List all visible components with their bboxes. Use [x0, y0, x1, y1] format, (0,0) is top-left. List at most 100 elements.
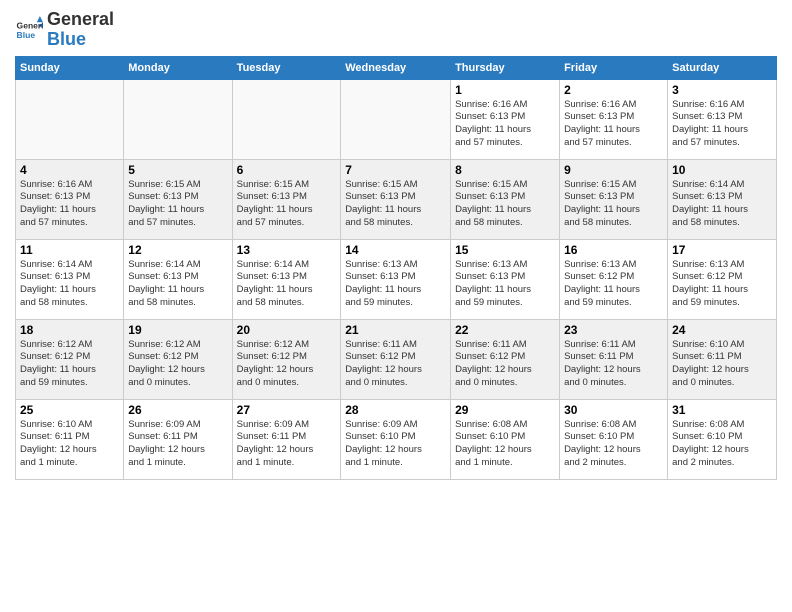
- day-info: Sunrise: 6:10 AM Sunset: 6:11 PM Dayligh…: [672, 339, 772, 390]
- calendar-cell: 20 Sunrise: 6:12 AM Sunset: 6:12 PM Dayli…: [232, 319, 341, 399]
- calendar-cell: 29 Sunrise: 6:08 AM Sunset: 6:10 PM Dayli…: [451, 399, 560, 479]
- calendar-cell: 5Sunrise: 6:15 AM Sunset: 6:13 PM Daylig…: [124, 159, 232, 239]
- day-info: Sunrise: 6:14 AM Sunset: 6:13 PM Dayligh…: [237, 259, 337, 310]
- calendar-cell: 8 Sunrise: 6:15 AM Sunset: 6:13 PM Daylig…: [451, 159, 560, 239]
- day-number: 31: [672, 403, 772, 417]
- calendar-table: SundayMondayTuesdayWednesdayThursdayFrid…: [15, 56, 777, 480]
- calendar-cell: 24 Sunrise: 6:10 AM Sunset: 6:11 PM Dayli…: [668, 319, 777, 399]
- day-number: 6: [237, 163, 337, 177]
- day-info: Sunrise: 6:12 AM Sunset: 6:12 PM Dayligh…: [128, 339, 227, 390]
- day-number: 19: [128, 323, 227, 337]
- day-info: Sunrise: 6:08 AM Sunset: 6:10 PM Dayligh…: [672, 419, 772, 470]
- calendar-cell: 17 Sunrise: 6:13 AM Sunset: 6:12 PM Dayli…: [668, 239, 777, 319]
- day-info: Sunrise: 6:09 AM Sunset: 6:10 PM Dayligh…: [345, 419, 446, 470]
- calendar-cell: 10Sunrise: 6:14 AM Sunset: 6:13 PM Dayli…: [668, 159, 777, 239]
- day-info: Sunrise: 6:13 AM Sunset: 6:13 PM Dayligh…: [345, 259, 446, 310]
- day-number: 21: [345, 323, 446, 337]
- page: General Blue General Blue SundayMondayTu…: [0, 0, 792, 612]
- calendar-cell: [341, 79, 451, 159]
- day-number: 3: [672, 83, 772, 97]
- day-info: Sunrise: 6:16 AM Sunset: 6:13 PM Dayligh…: [564, 99, 663, 150]
- day-number: 23: [564, 323, 663, 337]
- day-number: 18: [20, 323, 119, 337]
- day-number: 13: [237, 243, 337, 257]
- calendar-header-row: SundayMondayTuesdayWednesdayThursdayFrid…: [16, 56, 777, 79]
- day-info: Sunrise: 6:11 AM Sunset: 6:12 PM Dayligh…: [345, 339, 446, 390]
- calendar-cell: 13 Sunrise: 6:14 AM Sunset: 6:13 PM Dayli…: [232, 239, 341, 319]
- logo-icon: General Blue: [15, 16, 43, 44]
- day-number: 11: [20, 243, 119, 257]
- day-info: Sunrise: 6:15 AM Sunset: 6:13 PM Dayligh…: [345, 179, 446, 230]
- weekday-header: Wednesday: [341, 56, 451, 79]
- day-info: Sunrise: 6:13 AM Sunset: 6:12 PM Dayligh…: [672, 259, 772, 310]
- weekday-header: Thursday: [451, 56, 560, 79]
- day-number: 7: [345, 163, 446, 177]
- calendar-cell: 12 Sunrise: 6:14 AM Sunset: 6:13 PM Dayli…: [124, 239, 232, 319]
- calendar-cell: [124, 79, 232, 159]
- weekday-header: Saturday: [668, 56, 777, 79]
- weekday-header: Monday: [124, 56, 232, 79]
- calendar-cell: 31 Sunrise: 6:08 AM Sunset: 6:10 PM Dayli…: [668, 399, 777, 479]
- logo: General Blue General Blue: [15, 10, 114, 50]
- day-number: 14: [345, 243, 446, 257]
- calendar-cell: 2 Sunrise: 6:16 AM Sunset: 6:13 PM Daylig…: [560, 79, 668, 159]
- day-number: 5: [128, 163, 227, 177]
- day-number: 26: [128, 403, 227, 417]
- day-number: 17: [672, 243, 772, 257]
- day-number: 8: [455, 163, 555, 177]
- calendar-cell: 15Sunrise: 6:13 AM Sunset: 6:13 PM Dayli…: [451, 239, 560, 319]
- day-number: 20: [237, 323, 337, 337]
- calendar-cell: 18Sunrise: 6:12 AM Sunset: 6:12 PM Dayli…: [16, 319, 124, 399]
- header: General Blue General Blue: [15, 10, 777, 50]
- day-number: 12: [128, 243, 227, 257]
- day-number: 28: [345, 403, 446, 417]
- day-info: Sunrise: 6:09 AM Sunset: 6:11 PM Dayligh…: [237, 419, 337, 470]
- calendar-cell: 26 Sunrise: 6:09 AM Sunset: 6:11 PM Dayli…: [124, 399, 232, 479]
- day-info: Sunrise: 6:14 AM Sunset: 6:13 PM Dayligh…: [128, 259, 227, 310]
- calendar-cell: 23 Sunrise: 6:11 AM Sunset: 6:11 PM Dayli…: [560, 319, 668, 399]
- day-info: Sunrise: 6:11 AM Sunset: 6:11 PM Dayligh…: [564, 339, 663, 390]
- day-number: 2: [564, 83, 663, 97]
- calendar-cell: 1Sunrise: 6:16 AM Sunset: 6:13 PM Daylig…: [451, 79, 560, 159]
- day-number: 4: [20, 163, 119, 177]
- calendar-cell: 25 Sunrise: 6:10 AM Sunset: 6:11 PM Dayli…: [16, 399, 124, 479]
- weekday-header: Friday: [560, 56, 668, 79]
- day-number: 24: [672, 323, 772, 337]
- day-number: 25: [20, 403, 119, 417]
- calendar-cell: 4 Sunrise: 6:16 AM Sunset: 6:13 PM Daylig…: [16, 159, 124, 239]
- day-number: 10: [672, 163, 772, 177]
- day-info: Sunrise: 6:09 AM Sunset: 6:11 PM Dayligh…: [128, 419, 227, 470]
- calendar-week-row: 25 Sunrise: 6:10 AM Sunset: 6:11 PM Dayli…: [16, 399, 777, 479]
- calendar-cell: [232, 79, 341, 159]
- day-info: Sunrise: 6:08 AM Sunset: 6:10 PM Dayligh…: [455, 419, 555, 470]
- day-info: Sunrise: 6:12 AM Sunset: 6:12 PM Dayligh…: [237, 339, 337, 390]
- day-number: 27: [237, 403, 337, 417]
- day-info: Sunrise: 6:10 AM Sunset: 6:11 PM Dayligh…: [20, 419, 119, 470]
- calendar-cell: 21 Sunrise: 6:11 AM Sunset: 6:12 PM Dayli…: [341, 319, 451, 399]
- day-number: 9: [564, 163, 663, 177]
- weekday-header: Sunday: [16, 56, 124, 79]
- calendar-cell: 14 Sunrise: 6:13 AM Sunset: 6:13 PM Dayli…: [341, 239, 451, 319]
- day-number: 30: [564, 403, 663, 417]
- day-info: Sunrise: 6:08 AM Sunset: 6:10 PM Dayligh…: [564, 419, 663, 470]
- day-info: Sunrise: 6:15 AM Sunset: 6:13 PM Dayligh…: [455, 179, 555, 230]
- calendar-cell: 28 Sunrise: 6:09 AM Sunset: 6:10 PM Dayli…: [341, 399, 451, 479]
- calendar-week-row: 1Sunrise: 6:16 AM Sunset: 6:13 PM Daylig…: [16, 79, 777, 159]
- logo-text: General Blue: [47, 10, 114, 50]
- calendar-week-row: 11 Sunrise: 6:14 AM Sunset: 6:13 PM Dayli…: [16, 239, 777, 319]
- calendar-cell: 16 Sunrise: 6:13 AM Sunset: 6:12 PM Dayli…: [560, 239, 668, 319]
- day-info: Sunrise: 6:16 AM Sunset: 6:13 PM Dayligh…: [455, 99, 555, 150]
- day-info: Sunrise: 6:13 AM Sunset: 6:13 PM Dayligh…: [455, 259, 555, 310]
- day-info: Sunrise: 6:15 AM Sunset: 6:13 PM Dayligh…: [237, 179, 337, 230]
- calendar-cell: 22Sunrise: 6:11 AM Sunset: 6:12 PM Dayli…: [451, 319, 560, 399]
- calendar-cell: 7 Sunrise: 6:15 AM Sunset: 6:13 PM Daylig…: [341, 159, 451, 239]
- day-info: Sunrise: 6:16 AM Sunset: 6:13 PM Dayligh…: [20, 179, 119, 230]
- day-number: 29: [455, 403, 555, 417]
- day-info: Sunrise: 6:15 AM Sunset: 6:13 PM Dayligh…: [564, 179, 663, 230]
- day-info: Sunrise: 6:13 AM Sunset: 6:12 PM Dayligh…: [564, 259, 663, 310]
- calendar-week-row: 18 Sunrise: 6:12 AM Sunset: 6:12 PM Dayli…: [16, 319, 777, 399]
- day-number: 16: [564, 243, 663, 257]
- day-number: 22: [455, 323, 555, 337]
- calendar-cell: 30 Sunrise: 6:08 AM Sunset: 6:10 PM Dayli…: [560, 399, 668, 479]
- day-info: Sunrise: 6:14 AM Sunset: 6:13 PM Dayligh…: [20, 259, 119, 310]
